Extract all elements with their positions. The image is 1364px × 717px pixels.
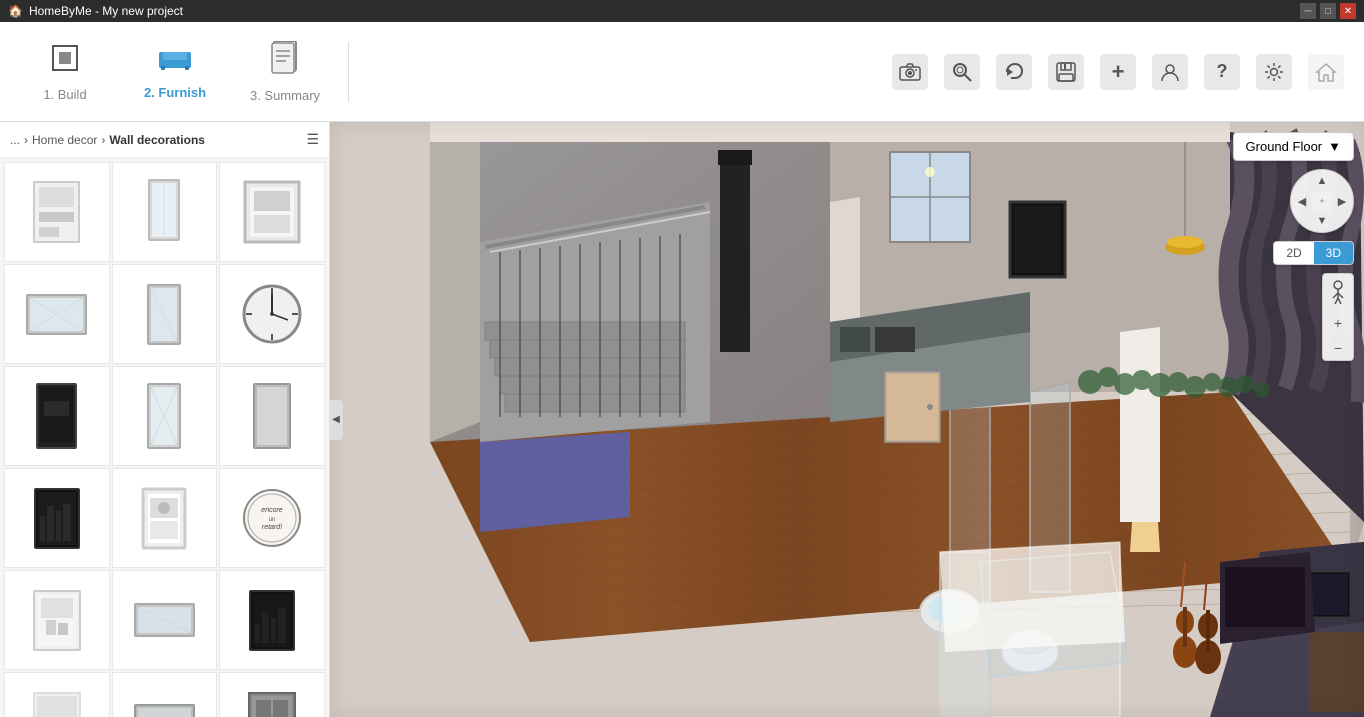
- furnish-icon: [157, 44, 193, 79]
- camera-button[interactable]: [892, 54, 928, 90]
- minimize-button[interactable]: ─: [1300, 3, 1316, 19]
- list-item[interactable]: [219, 264, 325, 364]
- list-item[interactable]: [112, 672, 218, 717]
- viewport[interactable]: Ground Floor ▼ ▲ ◀ + ▶ ▼ 2D: [330, 122, 1364, 717]
- list-item[interactable]: [4, 366, 110, 466]
- breadcrumb-separator-2: ›: [101, 133, 105, 147]
- home-button[interactable]: [1308, 54, 1344, 90]
- compass-left-button[interactable]: ◀: [1292, 191, 1312, 211]
- nav-step-summary[interactable]: 3. Summary: [230, 27, 340, 117]
- svg-text:retard!: retard!: [262, 524, 282, 531]
- floor-selector[interactable]: Ground Floor ▼: [1233, 132, 1354, 161]
- zoom-controls: + −: [1322, 273, 1354, 361]
- floor-plan-scene: [330, 122, 1364, 717]
- compass-top-left: [1292, 171, 1312, 191]
- zoom-in-button[interactable]: +: [1323, 311, 1353, 336]
- view-2d-button[interactable]: 2D: [1274, 242, 1313, 264]
- nav-step-build[interactable]: 1. Build: [10, 27, 120, 117]
- list-item[interactable]: [4, 672, 110, 717]
- list-item[interactable]: [219, 366, 325, 466]
- furnish-label: 2. Furnish: [144, 85, 206, 100]
- nav-step-furnish[interactable]: 2. Furnish: [120, 27, 230, 117]
- list-item[interactable]: [4, 162, 110, 262]
- window-controls[interactable]: ─ □ ✕: [1300, 3, 1356, 19]
- build-label: 1. Build: [43, 87, 86, 102]
- breadcrumb-separator-1: ›: [24, 133, 28, 147]
- build-icon: [49, 42, 81, 81]
- profile-button[interactable]: [1152, 54, 1188, 90]
- list-item[interactable]: [112, 366, 218, 466]
- divider: [348, 42, 349, 102]
- compass-center[interactable]: +: [1312, 191, 1332, 211]
- items-grid: encore un retard!: [0, 158, 329, 717]
- compass-bottom-left: [1292, 211, 1312, 231]
- breadcrumb: ... › Home decor › Wall decorations ☰: [0, 122, 329, 158]
- view-toggle: 2D 3D: [1273, 241, 1354, 265]
- list-item[interactable]: [4, 570, 110, 670]
- main-area: ... › Home decor › Wall decorations ☰: [0, 122, 1364, 717]
- breadcrumb-current: Wall decorations: [109, 133, 205, 147]
- floor-selector-label: Ground Floor: [1246, 139, 1323, 154]
- top-toolbar: 1. Build 2. Furnish: [0, 22, 1364, 122]
- view-3d-button[interactable]: 3D: [1314, 242, 1353, 264]
- left-panel: ... › Home decor › Wall decorations ☰: [0, 122, 330, 717]
- breadcrumb-dots[interactable]: ...: [10, 133, 20, 147]
- list-item[interactable]: [4, 468, 110, 568]
- title-bar: 🏠 HomeByMe - My new project ─ □ ✕: [0, 0, 1364, 22]
- maximize-button[interactable]: □: [1320, 3, 1336, 19]
- viewport-controls: Ground Floor ▼ ▲ ◀ + ▶ ▼ 2D: [1233, 132, 1354, 361]
- panel-collapse-button[interactable]: ◀: [329, 400, 343, 440]
- compass-down-button[interactable]: ▼: [1312, 211, 1332, 231]
- floor-selector-arrow: ▼: [1328, 139, 1341, 154]
- compass-top-right: [1332, 171, 1352, 191]
- list-item[interactable]: [219, 162, 325, 262]
- toolbar-tools: + ?: [892, 54, 1354, 90]
- zoom-out-button[interactable]: −: [1323, 336, 1353, 360]
- nav-compass: ▲ ◀ + ▶ ▼: [1290, 169, 1354, 233]
- list-item[interactable]: [219, 672, 325, 717]
- person-view-button[interactable]: [1323, 274, 1353, 311]
- save-button[interactable]: [1048, 54, 1084, 90]
- add-button[interactable]: +: [1100, 54, 1136, 90]
- list-view-button[interactable]: ☰: [306, 131, 319, 148]
- undo-button[interactable]: [996, 54, 1032, 90]
- settings-button[interactable]: [1256, 54, 1292, 90]
- list-item[interactable]: [4, 264, 110, 364]
- list-item[interactable]: [219, 570, 325, 670]
- list-item[interactable]: [112, 264, 218, 364]
- list-item[interactable]: [112, 162, 218, 262]
- compass-bottom-right: [1332, 211, 1352, 231]
- list-item[interactable]: [112, 468, 218, 568]
- svg-text:un: un: [268, 517, 275, 523]
- compass-right-button[interactable]: ▶: [1332, 191, 1352, 211]
- svg-text:encore: encore: [261, 507, 283, 514]
- window-title: 🏠 HomeByMe - My new project: [8, 4, 183, 18]
- breadcrumb-home-decor[interactable]: Home decor: [32, 133, 97, 147]
- help-button[interactable]: ?: [1204, 54, 1240, 90]
- compass-up-button[interactable]: ▲: [1312, 171, 1332, 191]
- search-zoom-button[interactable]: [944, 54, 980, 90]
- app-icon: 🏠: [8, 4, 23, 18]
- list-item[interactable]: [112, 570, 218, 670]
- list-item[interactable]: encore un retard!: [219, 468, 325, 568]
- close-button[interactable]: ✕: [1340, 3, 1356, 19]
- summary-icon: [270, 41, 300, 82]
- summary-label: 3. Summary: [250, 88, 320, 103]
- window-title-text: HomeByMe - My new project: [29, 4, 183, 18]
